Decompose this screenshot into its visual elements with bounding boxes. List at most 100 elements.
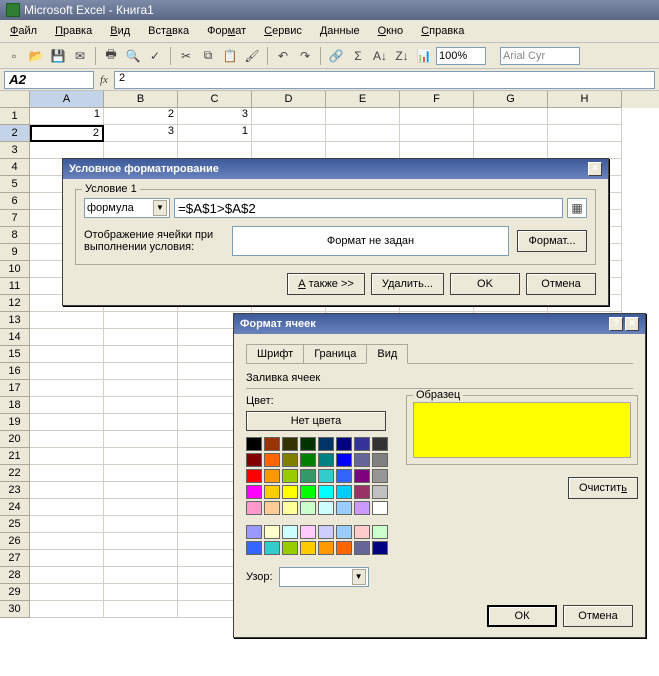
color-swatch[interactable]	[372, 485, 388, 499]
row-header[interactable]: 10	[0, 261, 30, 278]
color-swatch[interactable]	[300, 485, 316, 499]
row-header[interactable]: 28	[0, 567, 30, 584]
color-swatch[interactable]	[336, 469, 352, 483]
color-swatch[interactable]	[336, 541, 352, 555]
cell[interactable]	[104, 380, 178, 397]
color-swatch[interactable]	[300, 501, 316, 515]
row-header[interactable]: 4	[0, 159, 30, 176]
close-icon[interactable]: ×	[625, 317, 639, 331]
color-swatch[interactable]	[318, 437, 334, 451]
row-header[interactable]: 20	[0, 431, 30, 448]
color-swatch[interactable]	[354, 541, 370, 555]
tab-font[interactable]: Шрифт	[246, 344, 304, 363]
cell[interactable]	[178, 142, 252, 159]
color-swatch[interactable]	[282, 525, 298, 539]
sort-desc-icon[interactable]: Z↓	[392, 46, 412, 66]
tab-border[interactable]: Граница	[303, 344, 367, 363]
cell[interactable]	[104, 414, 178, 431]
color-swatch[interactable]	[354, 453, 370, 467]
tab-patterns[interactable]: Вид	[366, 344, 408, 364]
cancel-button[interactable]: Отмена	[526, 273, 596, 295]
row-header[interactable]: 18	[0, 397, 30, 414]
paste-icon[interactable]: 📋	[220, 46, 240, 66]
row-header[interactable]: 14	[0, 329, 30, 346]
row-header[interactable]: 7	[0, 210, 30, 227]
menu-help[interactable]: Справка	[413, 23, 472, 39]
cell[interactable]	[104, 346, 178, 363]
ok-button[interactable]: ОК	[487, 605, 557, 627]
cell[interactable]: 3	[178, 108, 252, 125]
cell[interactable]	[252, 108, 326, 125]
cell[interactable]	[252, 142, 326, 159]
condition-type-dropdown[interactable]: формула▼	[84, 198, 170, 218]
cell[interactable]: 2	[104, 108, 178, 125]
spell-icon[interactable]: ✓	[145, 46, 165, 66]
sum-icon[interactable]: Σ	[348, 46, 368, 66]
open-icon[interactable]: 📂	[26, 46, 46, 66]
preview-icon[interactable]: 🔍	[123, 46, 143, 66]
font-combo[interactable]	[500, 47, 580, 65]
cell[interactable]	[30, 584, 104, 601]
cell[interactable]	[104, 550, 178, 567]
cell[interactable]	[104, 431, 178, 448]
cell[interactable]	[30, 414, 104, 431]
color-swatch[interactable]	[282, 469, 298, 483]
undo-icon[interactable]: ↶	[273, 46, 293, 66]
cell[interactable]	[548, 125, 622, 142]
color-swatch[interactable]	[372, 437, 388, 451]
also-button[interactable]: А также >>	[287, 273, 365, 295]
col-header[interactable]: G	[474, 91, 548, 108]
row-header[interactable]: 5	[0, 176, 30, 193]
color-swatch[interactable]	[354, 525, 370, 539]
cell[interactable]	[104, 312, 178, 329]
cell[interactable]	[30, 312, 104, 329]
cell[interactable]	[30, 465, 104, 482]
row-header[interactable]: 9	[0, 244, 30, 261]
cell[interactable]	[104, 567, 178, 584]
color-swatch[interactable]	[300, 437, 316, 451]
color-swatch[interactable]	[246, 501, 262, 515]
cell[interactable]	[30, 448, 104, 465]
cell[interactable]: 1	[30, 108, 104, 125]
row-header[interactable]: 27	[0, 550, 30, 567]
cell[interactable]	[30, 363, 104, 380]
cancel-button[interactable]: Отмена	[563, 605, 633, 627]
no-color-button[interactable]: Нет цвета	[246, 411, 386, 431]
color-swatch[interactable]	[318, 525, 334, 539]
cell[interactable]	[104, 465, 178, 482]
cell[interactable]	[104, 142, 178, 159]
color-swatch[interactable]	[336, 453, 352, 467]
color-swatch[interactable]	[264, 453, 280, 467]
new-icon[interactable]: ▫	[4, 46, 24, 66]
cell[interactable]	[474, 142, 548, 159]
cell[interactable]	[104, 601, 178, 618]
row-header[interactable]: 1	[0, 108, 30, 125]
color-swatch[interactable]	[282, 501, 298, 515]
cell[interactable]	[30, 431, 104, 448]
format-painter-icon[interactable]: 🖌	[242, 46, 262, 66]
row-header[interactable]: 11	[0, 278, 30, 295]
col-header[interactable]: D	[252, 91, 326, 108]
color-swatch[interactable]	[336, 501, 352, 515]
dialog-titlebar[interactable]: Условное форматирование ×	[63, 159, 608, 179]
cell[interactable]	[30, 482, 104, 499]
cell[interactable]	[104, 397, 178, 414]
color-swatch[interactable]	[246, 541, 262, 555]
cell[interactable]	[400, 142, 474, 159]
color-swatch[interactable]	[300, 541, 316, 555]
cell[interactable]	[474, 108, 548, 125]
print-icon[interactable]: 🖶	[101, 46, 121, 66]
color-swatch[interactable]	[318, 485, 334, 499]
range-picker-icon[interactable]: ▦	[567, 198, 587, 218]
help-icon[interactable]: ?	[609, 317, 623, 331]
chart-icon[interactable]: 📊	[414, 46, 434, 66]
cell[interactable]	[400, 125, 474, 142]
menu-tools[interactable]: Сервис	[256, 23, 310, 39]
row-header[interactable]: 23	[0, 482, 30, 499]
delete-button[interactable]: Удалить...	[371, 273, 444, 295]
color-swatch[interactable]	[318, 469, 334, 483]
row-header[interactable]: 26	[0, 533, 30, 550]
color-swatch[interactable]	[354, 485, 370, 499]
cell[interactable]	[104, 516, 178, 533]
row-header[interactable]: 16	[0, 363, 30, 380]
